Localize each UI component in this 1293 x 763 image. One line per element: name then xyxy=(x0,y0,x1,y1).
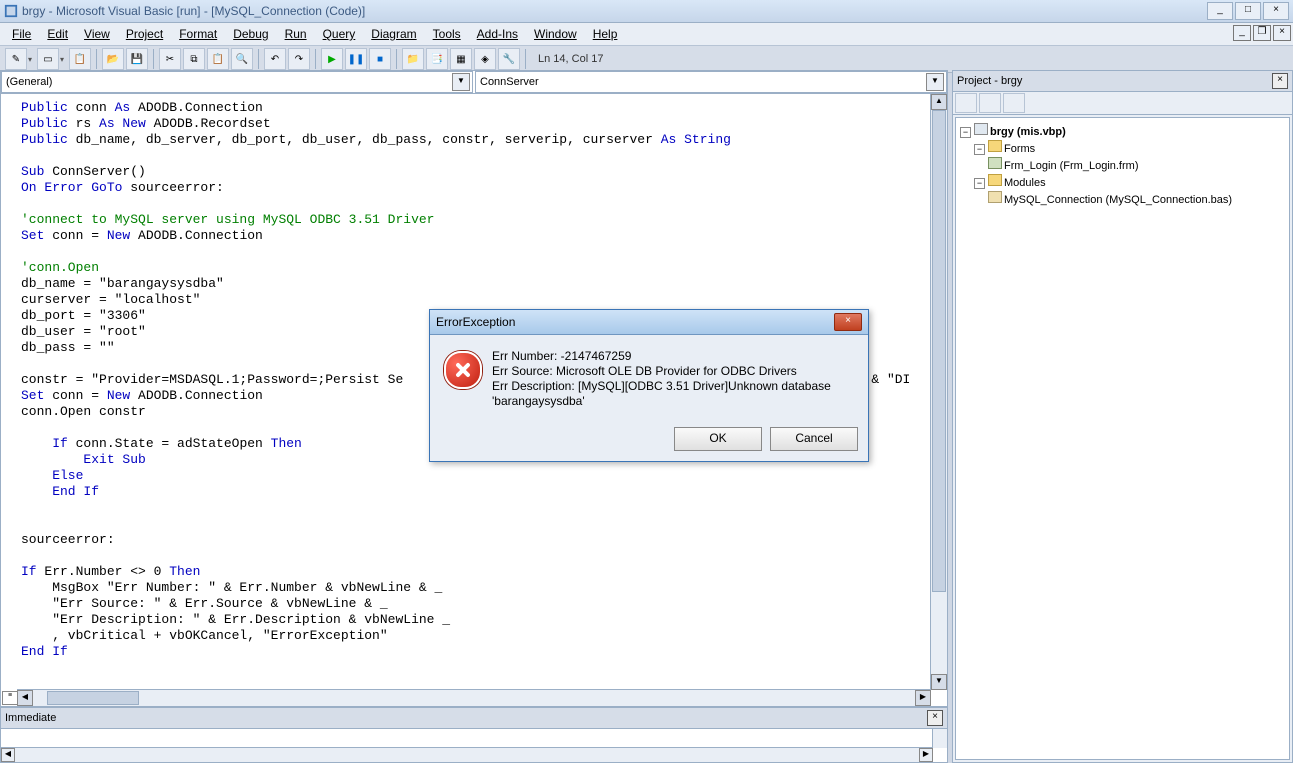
add-project-icon[interactable]: ✎ xyxy=(5,48,27,70)
menu-debug[interactable]: Debug xyxy=(225,25,276,43)
window-title: brgy - Microsoft Visual Basic [run] - [M… xyxy=(22,4,365,18)
open-icon[interactable]: 📂 xyxy=(102,48,124,70)
toolbox-icon[interactable]: 🔧 xyxy=(498,48,520,70)
window-close-button[interactable]: × xyxy=(1263,2,1289,20)
mdi-close-button[interactable]: × xyxy=(1273,25,1291,41)
vertical-scrollbar[interactable]: ▲ ▼ xyxy=(930,94,947,690)
immediate-close-button[interactable]: × xyxy=(927,710,943,726)
menu-diagram[interactable]: Diagram xyxy=(363,25,424,43)
object-dropdown[interactable]: (General) ▼ xyxy=(1,71,473,93)
tree-module-mysql[interactable]: MySQL_Connection (MySQL_Connection.bas) xyxy=(960,190,1285,207)
start-icon[interactable]: ▶ xyxy=(321,48,343,70)
view-object-icon[interactable] xyxy=(979,93,1001,113)
toggle-folders-icon[interactable] xyxy=(1003,93,1025,113)
menu-run[interactable]: Run xyxy=(277,25,315,43)
form-icon xyxy=(988,157,1002,169)
window-maximize-button[interactable]: □ xyxy=(1235,2,1261,20)
end-icon[interactable]: ■ xyxy=(369,48,391,70)
tree-form-login[interactable]: Frm_Login (Frm_Login.frm) xyxy=(960,156,1285,173)
immediate-hscroll[interactable]: ◀ ▶ xyxy=(1,747,933,762)
save-icon[interactable]: 💾 xyxy=(126,48,148,70)
menu-query[interactable]: Query xyxy=(315,25,364,43)
copy-icon[interactable]: ⧉ xyxy=(183,48,205,70)
scroll-up-icon[interactable]: ▲ xyxy=(931,94,947,110)
project-explorer-icon[interactable]: 📁 xyxy=(402,48,424,70)
find-icon[interactable]: 🔍 xyxy=(231,48,253,70)
scrollbar-thumb[interactable] xyxy=(47,691,139,705)
immediate-title: Immediate xyxy=(5,712,56,724)
ok-button[interactable]: OK xyxy=(674,427,762,451)
menu-help[interactable]: Help xyxy=(585,25,626,43)
folder-icon xyxy=(988,174,1002,186)
procedure-dropdown-value: ConnServer xyxy=(480,76,926,88)
project-close-button[interactable]: × xyxy=(1272,73,1288,89)
scroll-left-icon[interactable]: ◀ xyxy=(17,690,33,706)
paste-icon[interactable]: 📋 xyxy=(207,48,229,70)
main-toolbar: ✎▾ ▭▾ 📋 📂 💾 ✂ ⧉ 📋 🔍 ↶ ↷ ▶ ❚❚ ■ 📁 📑 ▦ ◈ 🔧… xyxy=(0,46,1293,73)
horizontal-scrollbar[interactable]: ◀ ▶ xyxy=(17,689,931,706)
procedure-dropdown[interactable]: ConnServer ▼ xyxy=(475,71,947,93)
dialog-close-button[interactable]: × xyxy=(834,313,862,331)
object-browser-icon[interactable]: ◈ xyxy=(474,48,496,70)
add-form-icon[interactable]: ▭ xyxy=(37,48,59,70)
menu-project[interactable]: Project xyxy=(118,25,171,43)
project-icon xyxy=(974,123,988,135)
immediate-vscroll[interactable] xyxy=(932,729,947,748)
tree-project-root[interactable]: −brgy (mis.vbp) xyxy=(960,122,1285,139)
project-tree[interactable]: −brgy (mis.vbp) −Forms Frm_Login (Frm_Lo… xyxy=(955,117,1290,760)
module-icon xyxy=(988,191,1002,203)
mdi-restore-button[interactable]: ❐ xyxy=(1253,25,1271,41)
menu-format[interactable]: Format xyxy=(171,25,225,43)
error-dialog: ErrorException × Err Number: -2147467259… xyxy=(429,309,869,462)
tree-forms-folder[interactable]: −Forms xyxy=(960,139,1285,156)
cut-icon[interactable]: ✂ xyxy=(159,48,181,70)
redo-icon[interactable]: ↷ xyxy=(288,48,310,70)
menu-bar: File Edit View Project Format Debug Run … xyxy=(0,23,1293,46)
undo-icon[interactable]: ↶ xyxy=(264,48,286,70)
mdi-minimize-button[interactable]: _ xyxy=(1233,25,1251,41)
menu-window[interactable]: Window xyxy=(526,25,585,43)
project-explorer: Project - brgy × −brgy (mis.vbp) −Forms … xyxy=(952,70,1293,763)
menu-addins[interactable]: Add-Ins xyxy=(469,25,526,43)
menu-tools[interactable]: Tools xyxy=(425,25,469,43)
immediate-input[interactable]: ◀ ▶ xyxy=(1,729,947,762)
view-code-icon[interactable] xyxy=(955,93,977,113)
properties-icon[interactable]: 📑 xyxy=(426,48,448,70)
form-layout-icon[interactable]: ▦ xyxy=(450,48,472,70)
menu-view[interactable]: View xyxy=(76,25,118,43)
scroll-right-icon[interactable]: ▶ xyxy=(915,690,931,706)
vb-app-icon xyxy=(4,4,18,18)
dialog-title-bar[interactable]: ErrorException × xyxy=(430,310,868,335)
dropdown-arrow-icon: ▼ xyxy=(926,73,944,91)
error-icon xyxy=(444,351,482,389)
scroll-down-icon[interactable]: ▼ xyxy=(931,674,947,690)
menu-edit[interactable]: Edit xyxy=(39,25,76,43)
dialog-message: Err Number: -2147467259 Err Source: Micr… xyxy=(492,349,831,409)
break-icon[interactable]: ❚❚ xyxy=(345,48,367,70)
window-title-bar: brgy - Microsoft Visual Basic [run] - [M… xyxy=(0,0,1293,23)
project-panel-title: Project - brgy xyxy=(957,75,1022,87)
dropdown-arrow-icon: ▼ xyxy=(452,73,470,91)
immediate-window: Immediate × ◀ ▶ xyxy=(0,707,948,763)
scrollbar-thumb[interactable] xyxy=(932,110,946,592)
menu-editor-icon[interactable]: 📋 xyxy=(69,48,91,70)
object-dropdown-value: (General) xyxy=(6,76,452,88)
folder-icon xyxy=(988,140,1002,152)
cursor-position: Ln 14, Col 17 xyxy=(538,53,603,65)
cancel-button[interactable]: Cancel xyxy=(770,427,858,451)
window-minimize-button[interactable]: _ xyxy=(1207,2,1233,20)
menu-file[interactable]: File xyxy=(4,25,39,43)
procedure-view-icon[interactable]: ≡ xyxy=(2,691,18,705)
dialog-title: ErrorException xyxy=(436,315,515,329)
tree-modules-folder[interactable]: −Modules xyxy=(960,173,1285,190)
